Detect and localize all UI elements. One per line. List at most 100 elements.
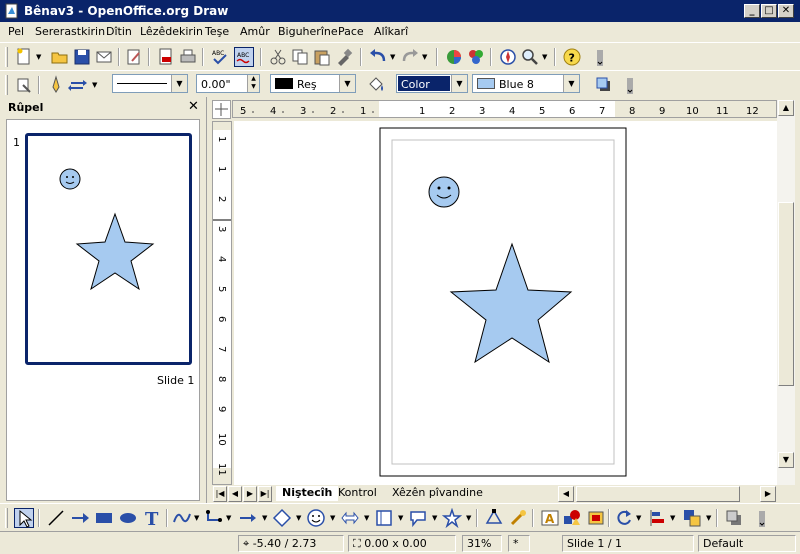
navigator-icon[interactable] [466, 47, 486, 67]
ruler-corner[interactable] [212, 100, 231, 119]
align-icon[interactable] [648, 508, 668, 528]
rotate-icon[interactable] [614, 508, 634, 528]
chevron-down-icon[interactable]: ▼ [563, 75, 579, 92]
shadow-icon[interactable] [594, 75, 614, 95]
toolbar-grip[interactable] [5, 508, 8, 528]
help-icon[interactable]: ? [562, 47, 582, 67]
chevron-down-icon[interactable]: ▼ [226, 508, 234, 528]
arrange-icon[interactable] [682, 508, 702, 528]
menu-tools[interactable]: Amûr [240, 25, 270, 38]
hscroll-thumb[interactable] [576, 486, 740, 502]
chevron-down-icon[interactable]: ▼ [339, 75, 355, 92]
close-icon[interactable]: ✕ [188, 99, 199, 114]
line-color-select[interactable]: Reş ▼ [270, 74, 356, 93]
callouts-icon[interactable] [408, 508, 428, 528]
first-tab-icon[interactable]: |◀ [213, 486, 227, 502]
glue-points-icon[interactable] [508, 508, 528, 528]
undo-icon[interactable] [368, 47, 388, 67]
chevron-down-icon[interactable]: ▼ [706, 508, 714, 528]
connector-icon[interactable] [204, 508, 224, 528]
menu-window[interactable]: Pace [338, 25, 364, 38]
horizontal-ruler[interactable]: 5 4 3 2 1 1 2 3 4 5 6 7 8 9 10 11 12 [232, 100, 777, 118]
maximize-button[interactable]: □ [761, 4, 777, 18]
scroll-down-icon[interactable]: ▼ [778, 452, 794, 468]
area-color-select[interactable]: Blue 8 ▼ [472, 74, 580, 93]
tab-controls[interactable]: Kontrol [332, 486, 383, 501]
area-style-select[interactable]: Color ▼ [396, 74, 468, 93]
zoom-field[interactable]: 31% [462, 535, 502, 552]
gallery-icon[interactable] [586, 508, 606, 528]
scroll-right-icon[interactable]: ▶ [760, 486, 776, 502]
ellipse-icon[interactable] [118, 508, 138, 528]
line-icon[interactable] [46, 75, 66, 95]
chevron-down-icon[interactable]: ▼ [466, 508, 474, 528]
close-window-button[interactable]: ✕ [778, 4, 794, 18]
paste-icon[interactable] [312, 47, 332, 67]
cut-icon[interactable] [268, 47, 288, 67]
slide-thumbnail[interactable] [25, 133, 192, 365]
minimize-button[interactable]: _ [744, 4, 760, 18]
chevron-down-icon[interactable]: ▼ [422, 47, 430, 67]
points-icon[interactable] [484, 508, 504, 528]
save-icon[interactable] [72, 47, 92, 67]
scroll-thumb[interactable] [778, 202, 794, 386]
open-icon[interactable] [50, 47, 70, 67]
toolbar-grip[interactable] [5, 75, 8, 95]
chevron-down-icon[interactable]: ▼ [262, 508, 270, 528]
vertical-ruler[interactable]: 1 1 2 3 4 5 6 7 8 9 10 11 [212, 121, 232, 485]
chevron-down-icon[interactable]: ▼ [398, 508, 406, 528]
curve-icon[interactable] [172, 508, 192, 528]
drawing-canvas[interactable] [234, 121, 777, 485]
chevron-down-icon[interactable]: ▼ [432, 508, 440, 528]
next-tab-icon[interactable]: ▶ [243, 486, 257, 502]
menu-view[interactable]: Dîtin [106, 25, 132, 38]
email-icon[interactable] [94, 47, 114, 67]
from-file-icon[interactable] [562, 508, 582, 528]
edit-file-icon[interactable] [124, 47, 144, 67]
text-icon[interactable]: T [142, 508, 162, 528]
symbol-shapes-icon[interactable] [306, 508, 326, 528]
tab-dimension-lines[interactable]: Xêzên pîvandine [386, 486, 489, 501]
line-icon[interactable] [46, 508, 66, 528]
arrow-line-icon[interactable] [70, 508, 90, 528]
chevron-down-icon[interactable]: ▼ [171, 75, 187, 92]
spinner-icon[interactable]: ▲ ▼ [247, 75, 259, 92]
chevron-down-icon[interactable]: ▼ [330, 508, 338, 528]
autospellcheck-icon[interactable]: ABC [234, 47, 254, 67]
chart-icon[interactable] [444, 47, 464, 67]
flowchart-icon[interactable] [374, 508, 394, 528]
copy-icon[interactable] [290, 47, 310, 67]
menu-file[interactable]: Pel [8, 25, 24, 38]
chevron-down-icon[interactable]: ▼ [451, 75, 467, 92]
toolbar-overflow-icon[interactable] [590, 47, 603, 67]
chevron-down-icon[interactable]: ▼ [670, 508, 678, 528]
block-arrows-icon[interactable] [340, 508, 360, 528]
line-style-select[interactable]: ▼ [112, 74, 188, 93]
chevron-down-icon[interactable]: ▼ [92, 75, 100, 95]
arrow-style-icon[interactable] [68, 75, 88, 95]
vertical-scrollbar[interactable]: ▲ ▼ [777, 100, 795, 485]
format-paintbrush-icon[interactable] [334, 47, 354, 67]
prev-tab-icon[interactable]: ◀ [228, 486, 242, 502]
basic-shapes-icon[interactable] [272, 508, 292, 528]
menu-help[interactable]: Alîkarî [374, 25, 408, 38]
shadow-icon[interactable] [724, 508, 744, 528]
select-icon[interactable] [14, 508, 34, 528]
export-pdf-icon[interactable] [156, 47, 176, 67]
toolbar-grip[interactable] [5, 47, 8, 67]
chevron-down-icon[interactable]: ▼ [542, 47, 550, 67]
chevron-down-icon[interactable]: ▼ [636, 508, 644, 528]
area-fill-icon[interactable] [366, 75, 386, 95]
chevron-down-icon[interactable]: ▼ [36, 47, 44, 67]
menu-edit[interactable]: Sererastkirin [35, 25, 105, 38]
menu-format[interactable]: Teşe [205, 25, 229, 38]
chevron-down-icon[interactable]: ▼ [296, 508, 304, 528]
styles-icon[interactable] [14, 75, 34, 95]
rectangle-icon[interactable] [94, 508, 114, 528]
lines-arrows-icon[interactable] [238, 508, 258, 528]
scroll-left-icon[interactable]: ◀ [558, 486, 574, 502]
scroll-up-icon[interactable]: ▲ [778, 100, 794, 116]
tab-layout[interactable]: Niştecîh [276, 486, 339, 501]
last-tab-icon[interactable]: ▶| [258, 486, 272, 502]
chevron-down-icon[interactable]: ▼ [390, 47, 398, 67]
